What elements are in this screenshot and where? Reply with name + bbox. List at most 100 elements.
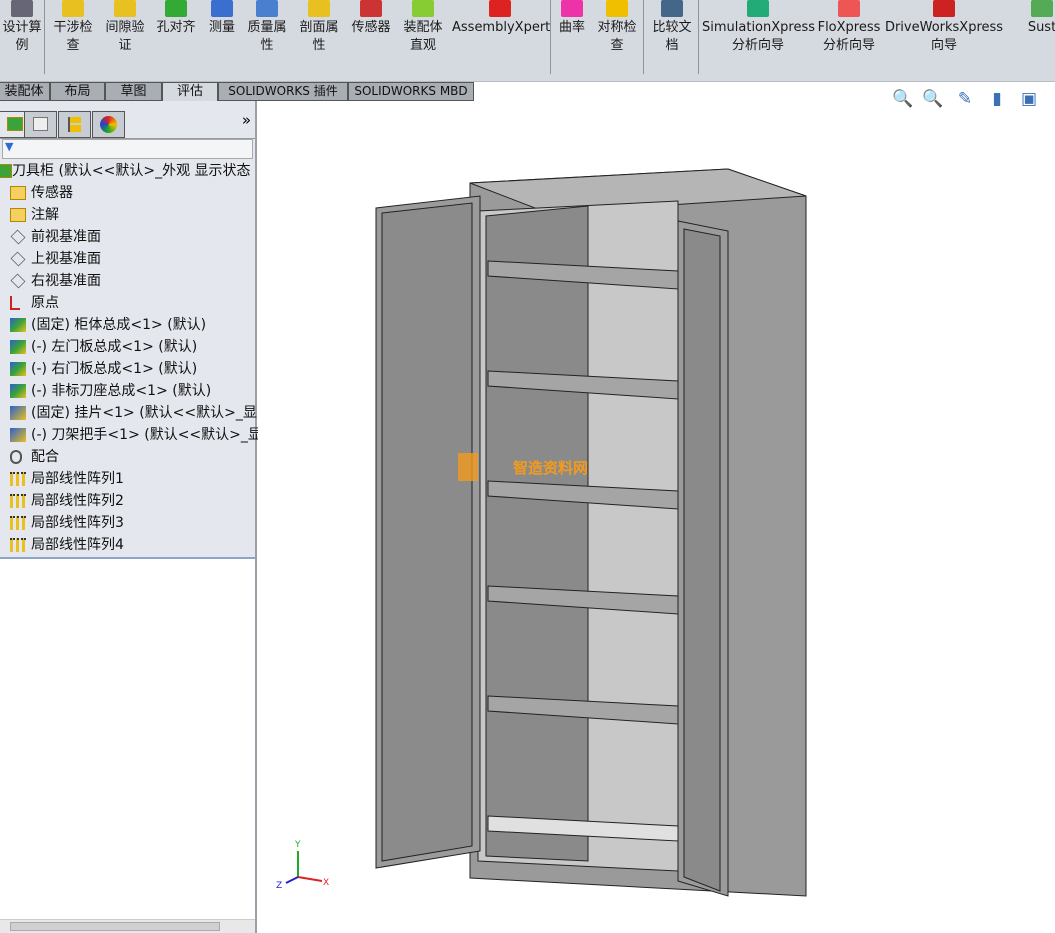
tree-item[interactable]: 局部线性阵列4 [0, 534, 255, 556]
graphics-viewport[interactable]: 🔍 🔍 ✎ ▮ ▣ 智造资料网 Y X Z [258, 89, 1055, 933]
mass-properties-icon [256, 0, 278, 17]
toolbar-button-1[interactable]: 干涉检 查 [50, 0, 96, 55]
tree-item-label: 局部线性阵列3 [31, 515, 124, 531]
tree-item[interactable]: (-) 左门板总成<1> (默认) [0, 336, 255, 358]
tree-item[interactable]: 局部线性阵列2 [0, 490, 255, 512]
toolbar-button-12[interactable]: 比较文 档 [648, 0, 696, 55]
assembly-visualization-icon [412, 0, 434, 17]
toolbar-button-label: 装配体 直观 [403, 20, 443, 53]
toolbar-button-label: 质量属 性 [247, 20, 287, 53]
pattern-icon [10, 472, 26, 486]
plane-icon [10, 273, 26, 289]
tab-1[interactable]: 布局 [50, 82, 105, 101]
tree-item-label: 上视基准面 [31, 251, 101, 267]
tab-4[interactable]: SOLIDWORKS 插件 [218, 82, 348, 101]
svg-text:Y: Y [294, 840, 301, 850]
tree-item[interactable]: (-) 刀架把手<1> (默认<<默认>_显 [0, 424, 262, 446]
toolbar-button-13[interactable]: SimulationXpress 分析向导 [702, 0, 815, 55]
subassembly-icon [10, 362, 26, 376]
tree-item[interactable]: 局部线性阵列3 [0, 512, 255, 534]
tree-item[interactable]: 前视基准面 [0, 226, 255, 248]
appearance-icon [100, 116, 117, 133]
feature-tree: 刀具柜 (默认<<默认>_外观 显示状态 传感器注解前视基准面上视基准面右视基准面… [0, 159, 262, 556]
toolbar-button-8[interactable]: 装配体 直观 [398, 0, 448, 55]
tab-5[interactable]: SOLIDWORKS MBD [348, 82, 474, 101]
toolbar-button-5[interactable]: 质量属 性 [244, 0, 290, 55]
part-icon [10, 428, 26, 442]
tree-item-label: (固定) 柜体总成<1> (默认) [31, 317, 207, 333]
toolbar-button-4[interactable]: 测量 [202, 0, 242, 37]
tree-item[interactable]: (-) 右门板总成<1> (默认) [0, 358, 255, 380]
sensor-folder-icon [10, 186, 26, 200]
sensor-icon [360, 0, 382, 17]
toolbar-button-7[interactable]: 传感器 [346, 0, 396, 37]
filter-icon[interactable]: ▼ [5, 140, 13, 153]
toolbar-button-label: 干涉检 查 [53, 20, 93, 53]
propertymanager-tab[interactable] [24, 111, 57, 138]
tree-filter[interactable]: ▼ [2, 139, 253, 159]
tree-item-label: (-) 刀架把手<1> (默认<<默认>_显 [31, 427, 262, 443]
assembly-icon [7, 117, 23, 131]
panel-lower-area [0, 557, 255, 933]
tree-item[interactable]: 原点 [0, 292, 255, 314]
toolbar-button-2[interactable]: 间隙验 证 [102, 0, 148, 55]
toolbar-button-0[interactable]: 设计算 例 [0, 0, 44, 55]
command-manager-toolbar: 设计算 例干涉检 查间隙验 证孔对齐 测量 质量属 性剖面属 性传感器 装配体 直观 A… [0, 0, 1055, 82]
toolbar-button-16[interactable]: Sust [1022, 0, 1055, 37]
toolbar-divider [643, 0, 644, 74]
design-study-icon [11, 0, 33, 17]
toolbar-divider [550, 0, 551, 74]
tree-item[interactable]: (-) 非标刀座总成<1> (默认) [0, 380, 255, 402]
pattern-icon [10, 494, 26, 508]
tree-item-label: 原点 [31, 295, 59, 311]
tree-item-label: (-) 非标刀座总成<1> (默认) [31, 383, 212, 399]
horizontal-scrollbar[interactable] [0, 919, 255, 933]
curvature-icon [561, 0, 583, 17]
toolbar-button-label: FloXpress 分析向导 [817, 20, 881, 53]
section-properties-icon [308, 0, 330, 17]
property-icon [33, 117, 48, 131]
tab-3[interactable]: 评估 [162, 82, 218, 103]
tree-item-label: 前视基准面 [31, 229, 101, 245]
interference-icon [62, 0, 84, 17]
toolbar-button-6[interactable]: 剖面属 性 [296, 0, 342, 55]
tab-0[interactable]: 装配体 [0, 82, 50, 101]
expand-panel-button[interactable]: » [242, 111, 251, 129]
toolbar-divider [698, 0, 699, 74]
tree-item[interactable]: 传感器 [0, 182, 255, 204]
pattern-icon [10, 538, 26, 552]
tree-item-label: 注解 [31, 207, 59, 223]
tree-item[interactable]: 刀具柜 (默认<<默认>_外观 显示状态 [0, 160, 255, 182]
tree-item[interactable]: (固定) 柜体总成<1> (默认) [0, 314, 255, 336]
plane-icon [10, 229, 26, 245]
simulationxpress-icon [747, 0, 769, 17]
tab-2[interactable]: 草图 [105, 82, 162, 101]
tree-item[interactable]: 局部线性阵列1 [0, 468, 255, 490]
toolbar-button-9[interactable]: AssemblyXpert [452, 0, 550, 37]
cabinet-model[interactable]: 智造资料网 Y X Z [258, 101, 1055, 933]
tree-item-label: 配合 [31, 449, 59, 465]
toolbar-button-15[interactable]: DriveWorksXpress 向导 [884, 0, 1004, 55]
toolbar-button-3[interactable]: 孔对齐 [152, 0, 200, 37]
toolbar-button-10[interactable]: 曲率 [556, 0, 588, 37]
configurationmanager-tab[interactable] [58, 111, 91, 138]
tree-item-label: (固定) 挂片<1> (默认<<默认>_显 [31, 405, 257, 421]
pattern-icon [10, 516, 26, 530]
tree-item[interactable]: (固定) 挂片<1> (默认<<默认>_显 [0, 402, 257, 424]
toolbar-button-14[interactable]: FloXpress 分析向导 [816, 0, 882, 55]
clearance-icon [114, 0, 136, 17]
tree-item-label: (-) 左门板总成<1> (默认) [31, 339, 198, 355]
tree-item[interactable]: 注解 [0, 204, 255, 226]
scrollbar-thumb[interactable] [10, 922, 220, 931]
svg-text:Z: Z [276, 881, 282, 891]
tree-item[interactable]: 右视基准面 [0, 270, 255, 292]
tree-item-label: 局部线性阵列2 [31, 493, 124, 509]
origin-icon [10, 296, 20, 310]
displaymanager-tab[interactable] [92, 111, 125, 138]
toolbar-button-11[interactable]: 对称检 查 [592, 0, 642, 55]
tree-item-label: 右视基准面 [31, 273, 101, 289]
tree-item[interactable]: 上视基准面 [0, 248, 255, 270]
hole-align-icon [165, 0, 187, 17]
tree-item[interactable]: 配合 [0, 446, 255, 468]
toolbar-button-label: 孔对齐 [156, 20, 196, 35]
